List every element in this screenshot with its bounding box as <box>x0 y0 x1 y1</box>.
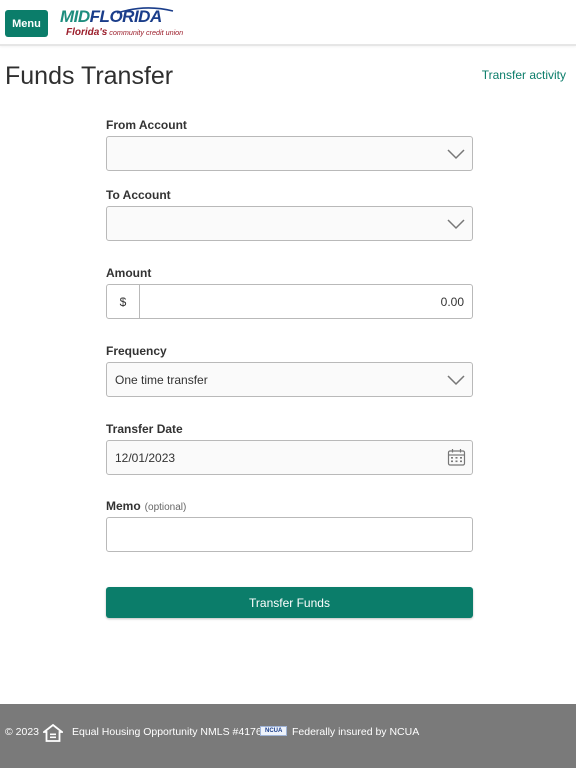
amount-input[interactable]: 0.00 <box>441 295 464 309</box>
copyright-text: © 2023 <box>5 726 40 738</box>
to-account-select[interactable] <box>106 206 473 241</box>
footer: © 2023 Equal Housing Opportunity NMLS #4… <box>0 704 576 768</box>
memo-label: Memo (optional) <box>106 499 187 513</box>
transfer-date-value[interactable]: 12/01/2023 <box>115 451 175 465</box>
from-account-label: From Account <box>106 118 187 132</box>
equal-housing-icon <box>43 724 63 742</box>
currency-prefix: $ <box>107 285 140 318</box>
ncua-badge: NCUA <box>260 726 288 736</box>
memo-optional-hint: (optional) <box>144 502 187 513</box>
from-account-select[interactable] <box>106 136 473 171</box>
chevron-down-icon <box>447 219 465 230</box>
transfer-funds-button[interactable]: Transfer Funds <box>106 587 473 618</box>
amount-label: Amount <box>106 266 152 280</box>
chevron-down-icon <box>447 375 465 386</box>
amount-field[interactable]: $ 0.00 <box>106 284 473 319</box>
logo-swoosh-icon <box>116 7 174 14</box>
logo[interactable]: MIDFLORIDA Florida's community credit un… <box>60 6 183 42</box>
frequency-select[interactable]: One time transfer <box>106 362 473 397</box>
menu-button[interactable]: Menu <box>5 10 48 37</box>
federally-insured-text: Federally insured by NCUA <box>292 726 420 738</box>
frequency-value: One time transfer <box>115 373 208 387</box>
memo-input[interactable] <box>106 517 473 552</box>
transfer-date-label: Transfer Date <box>106 422 183 436</box>
transfer-activity-link[interactable]: Transfer activity <box>482 68 566 82</box>
logo-tagline: Florida's community credit union <box>66 27 184 38</box>
header: Menu MIDFLORIDA Florida's community cred… <box>0 0 576 46</box>
page-title: Funds Transfer <box>5 62 174 90</box>
chevron-down-icon <box>447 149 465 160</box>
equal-housing-text: Equal Housing Opportunity NMLS #417627 <box>72 726 274 738</box>
frequency-label: Frequency <box>106 344 167 358</box>
to-account-label: To Account <box>106 188 171 202</box>
transfer-date-field[interactable]: 12/01/2023 <box>106 440 473 475</box>
calendar-icon[interactable] <box>447 448 466 467</box>
